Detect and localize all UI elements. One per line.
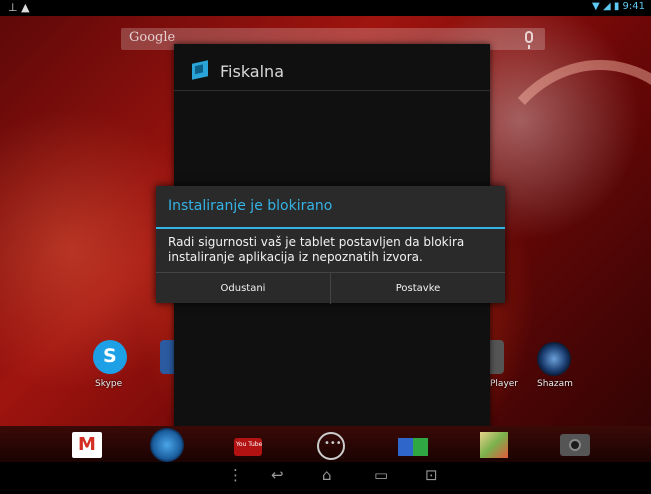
wifi-icon: ▼ — [592, 1, 600, 12]
google-logo: Google — [129, 30, 176, 45]
partial-app-icon[interactable] — [160, 340, 174, 374]
android-home-screen: ⊥ ▲ ▼ ◢ ▮ 9:41 Google S Skype Player Sha… — [0, 0, 651, 494]
notification-icons[interactable]: ⊥ ▲ — [8, 1, 30, 14]
camera-icon[interactable] — [560, 434, 590, 456]
cancel-button[interactable]: Odustani — [156, 273, 331, 304]
dialog-title-divider — [156, 227, 505, 229]
youtube-label: You Tube — [236, 441, 263, 448]
signal-icon: ◢ — [602, 1, 611, 12]
fiskalna-app-icon — [192, 60, 208, 80]
dialog-message: Radi sigurnosti vaš je tablet postavljen… — [168, 235, 465, 264]
all-apps-icon[interactable]: ••• — [317, 432, 345, 460]
shazam-label: Shazam — [537, 379, 573, 389]
microphone-icon[interactable] — [525, 31, 533, 49]
app-title: Fiskalna — [220, 62, 284, 81]
screenshot-icon[interactable]: ⊡ — [425, 466, 438, 484]
dialog-buttons: Odustani Postavke — [156, 272, 505, 304]
browser-icon[interactable] — [150, 428, 184, 462]
maps-icon[interactable] — [480, 432, 508, 458]
recent-apps-icon[interactable]: ▭ — [374, 466, 388, 484]
player-icon[interactable] — [490, 340, 504, 374]
skype-icon[interactable]: S — [93, 340, 127, 374]
install-blocked-dialog: Instaliranje je blokirano Radi sigurnost… — [156, 186, 505, 304]
back-icon[interactable]: ↩ — [271, 466, 284, 484]
clock: 9:41 — [622, 1, 645, 12]
skype-label: Skype — [95, 379, 123, 389]
market-icon[interactable] — [398, 438, 428, 456]
status-bar: ⊥ ▲ ▼ ◢ ▮ 9:41 — [0, 0, 651, 16]
player-label: Player — [490, 379, 519, 389]
settings-button[interactable]: Postavke — [331, 273, 505, 304]
dialog-title: Instaliranje je blokirano — [168, 198, 333, 214]
battery-icon: ▮ — [613, 1, 620, 12]
youtube-icon[interactable]: You Tube — [234, 438, 262, 456]
app-header: Fiskalna — [174, 44, 490, 91]
gmail-icon[interactable]: M — [72, 432, 102, 458]
status-icons[interactable]: ▼ ◢ ▮ 9:41 — [592, 1, 645, 12]
home-icon[interactable]: ⌂ — [322, 466, 332, 484]
shazam-icon[interactable] — [537, 342, 571, 376]
menu-icon[interactable]: ⋮ — [228, 466, 243, 484]
